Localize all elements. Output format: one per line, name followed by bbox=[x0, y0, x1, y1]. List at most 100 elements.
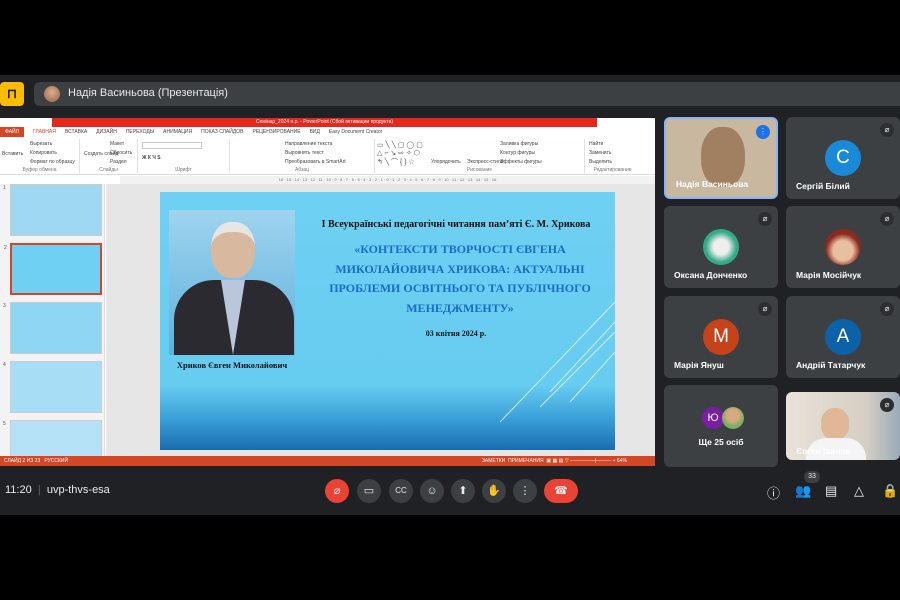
participant-name: Сергій Білий bbox=[796, 181, 850, 191]
text-direction-button[interactable]: Направление текста bbox=[285, 141, 332, 147]
slide-counter: СЛАЙД 2 ИЗ 23 bbox=[4, 458, 41, 464]
slide-heading: І Всеукраїнські педагогічні читання пам’… bbox=[321, 219, 591, 230]
format-painter-button[interactable]: Формат по образцу bbox=[30, 159, 75, 165]
participant-tile[interactable]: ⋮ Надія Васиньова bbox=[664, 117, 778, 199]
participant-tile[interactable]: ⌀ Євген Іванов bbox=[786, 392, 900, 460]
paste-button[interactable]: Вставить bbox=[2, 151, 23, 157]
layout-button[interactable]: Макет bbox=[110, 141, 124, 147]
tab-file[interactable]: ФАЙЛ bbox=[0, 127, 24, 137]
raise-hand-button[interactable]: ✋ bbox=[482, 479, 506, 503]
speaking-icon: ⋮ bbox=[756, 125, 770, 139]
activities-icon[interactable]: △ bbox=[854, 483, 864, 499]
tab-transitions[interactable]: ПЕРЕХОДЫ bbox=[126, 129, 154, 135]
clock: 11:20 bbox=[5, 484, 32, 496]
powerpoint-window: Семінар_2024 н.р. - PowerPoint (Сбой акт… bbox=[0, 118, 655, 466]
leave-call-button[interactable]: ☎ bbox=[544, 479, 578, 503]
presenter-bar: ⊓ Надія Васиньова (Презентація) bbox=[0, 82, 900, 106]
ribbon: Вставить Вырезать Копировать Формат по о… bbox=[0, 137, 655, 175]
emoji-button[interactable]: ☺ bbox=[420, 479, 444, 503]
avatar bbox=[44, 86, 60, 102]
current-slide[interactable]: Хриков Євген Миколайович І Всеукраїнські… bbox=[160, 192, 615, 450]
group-label: Буфер обмена bbox=[22, 167, 57, 173]
photo-caption: Хриков Євген Миколайович bbox=[176, 360, 288, 370]
smartart-button[interactable]: Преобразовать в SmartArt bbox=[285, 159, 346, 165]
more-participants-tile[interactable]: Ю Ще 25 осіб bbox=[664, 385, 778, 467]
participant-name: Ще 25 осіб bbox=[698, 437, 744, 447]
reset-button[interactable]: Сбросить bbox=[110, 150, 132, 156]
slide-thumbnail[interactable]: 2 bbox=[4, 243, 102, 295]
participant-name: Надія Васиньова bbox=[676, 179, 749, 189]
select-button[interactable]: Выделить bbox=[589, 159, 612, 165]
quick-styles-button[interactable]: Экспресс-стили bbox=[467, 159, 504, 165]
participant-name: Марія Мосійчук bbox=[796, 270, 862, 280]
mic-off-icon: ⌀ bbox=[880, 212, 894, 226]
avatar bbox=[722, 407, 744, 429]
zoom-level[interactable]: 64% bbox=[617, 458, 627, 464]
font-format-buttons[interactable]: Ж К Ч S bbox=[142, 155, 161, 161]
font-select[interactable] bbox=[142, 142, 202, 149]
host-controls-icon[interactable]: 🔒 bbox=[882, 483, 898, 499]
notes-button[interactable]: ЗАМЕТКИ bbox=[482, 458, 505, 464]
group-label: Шрифт bbox=[175, 167, 192, 173]
find-button[interactable]: Найти bbox=[589, 141, 603, 147]
participant-tile[interactable]: ⌀ Марія Мосійчук bbox=[786, 206, 900, 288]
tab-easy-doc[interactable]: Easy Document Creator bbox=[329, 129, 382, 135]
tab-view[interactable]: ВИД bbox=[310, 129, 320, 135]
copy-button[interactable]: Копировать bbox=[30, 150, 57, 156]
slide-thumbnail[interactable]: 4 bbox=[3, 361, 102, 413]
door-icon[interactable]: ⊓ bbox=[0, 82, 24, 106]
meet-area: ⊓ Надія Васиньова (Презентація) Семінар_… bbox=[0, 75, 900, 515]
presenter-label: Надія Васиньова (Презентація) bbox=[68, 87, 228, 99]
tab-home[interactable]: ГЛАВНАЯ bbox=[33, 129, 56, 135]
participant-count-badge: 33 bbox=[804, 471, 820, 483]
slide-thumbnail[interactable]: 3 bbox=[3, 302, 102, 354]
people-icon[interactable]: 👥 bbox=[795, 483, 811, 499]
present-button[interactable]: ⬆ bbox=[451, 479, 475, 503]
shapes-gallery[interactable]: ▭ ╲ ╲ ▢ ◯ ▢ △ ⌐ ↘ ⇨ ✧ ⬡ ↰ ╲ ⌒ { } ☆ bbox=[377, 141, 423, 167]
tab-animation[interactable]: АНИМАЦИЯ bbox=[163, 129, 192, 135]
portrait-photo bbox=[169, 210, 295, 355]
group-label: Абзац bbox=[294, 167, 310, 173]
tab-insert[interactable]: ВСТАВКА bbox=[65, 129, 87, 135]
mic-off-button[interactable]: ⌀ bbox=[325, 479, 349, 503]
participant-tile[interactable]: ⌀ М Марія Януш bbox=[664, 296, 778, 378]
participant-name: Марія Януш bbox=[674, 360, 724, 370]
slide-thumbnail[interactable]: 1 bbox=[3, 184, 102, 236]
participant-tile[interactable]: ⌀ А Андрій Татарчук bbox=[786, 296, 900, 378]
participant-tile[interactable]: ⌀ Оксана Донченко bbox=[664, 206, 778, 288]
status-bar: СЛАЙД 2 ИЗ 23 РУССКИЙ ЗАМЕТКИ ПРИМЕЧАНИЯ… bbox=[0, 456, 655, 466]
meeting-info: 11:20 | uvp-thvs-esa bbox=[5, 484, 110, 496]
tab-slideshow[interactable]: ПОКАЗ СЛАЙДОВ bbox=[201, 129, 243, 135]
more-options-button[interactable]: ⋮ bbox=[513, 479, 537, 503]
align-text-button[interactable]: Выровнять текст bbox=[285, 150, 324, 156]
mic-off-icon: ⌀ bbox=[880, 302, 894, 316]
avatar bbox=[825, 229, 861, 265]
group-label: Рисование bbox=[466, 167, 493, 173]
ruler: 16 · 15 · 14 · 13 · 12 · 11 · 10 · 9 · 8… bbox=[120, 176, 655, 184]
avatar bbox=[703, 229, 739, 265]
info-icon[interactable]: ⓘ bbox=[767, 483, 780, 502]
group-label: Слайды bbox=[99, 167, 118, 173]
arrange-button[interactable]: Упорядочить bbox=[431, 159, 461, 165]
shape-outline-button[interactable]: Контур фигуры bbox=[500, 150, 535, 156]
tab-design[interactable]: ДИЗАЙН bbox=[96, 129, 117, 135]
camera-button[interactable]: ▭ bbox=[357, 479, 381, 503]
presenter-pill[interactable]: Надія Васиньова (Презентація) bbox=[34, 82, 900, 106]
shape-effects-button[interactable]: Эффекты фигуры bbox=[500, 159, 542, 165]
avatar: С bbox=[825, 140, 861, 176]
avatar: Ю bbox=[702, 407, 724, 429]
cut-button[interactable]: Вырезать bbox=[30, 141, 52, 147]
replace-button[interactable]: Заменить bbox=[589, 150, 611, 156]
ribbon-tabs: ФАЙЛ ГЛАВНАЯ ВСТАВКА ДИЗАЙН ПЕРЕХОДЫ АНИ… bbox=[0, 127, 655, 137]
comments-button[interactable]: ПРИМЕЧАНИЯ bbox=[508, 458, 544, 464]
mic-off-icon: ⌀ bbox=[758, 212, 772, 226]
captions-button[interactable]: CC bbox=[389, 479, 413, 503]
tab-review[interactable]: РЕЦЕНЗИРОВАНИЕ bbox=[252, 129, 300, 135]
section-button[interactable]: Раздел bbox=[110, 159, 127, 165]
participant-name: Оксана Донченко bbox=[674, 270, 748, 280]
participant-tile[interactable]: ⌀ С Сергій Білий bbox=[786, 117, 900, 199]
decorative-lines bbox=[500, 301, 615, 423]
shape-fill-button[interactable]: Заливка фигуры bbox=[500, 141, 538, 147]
chat-icon[interactable]: ▤ bbox=[825, 483, 837, 499]
mic-off-icon: ⌀ bbox=[880, 398, 894, 412]
